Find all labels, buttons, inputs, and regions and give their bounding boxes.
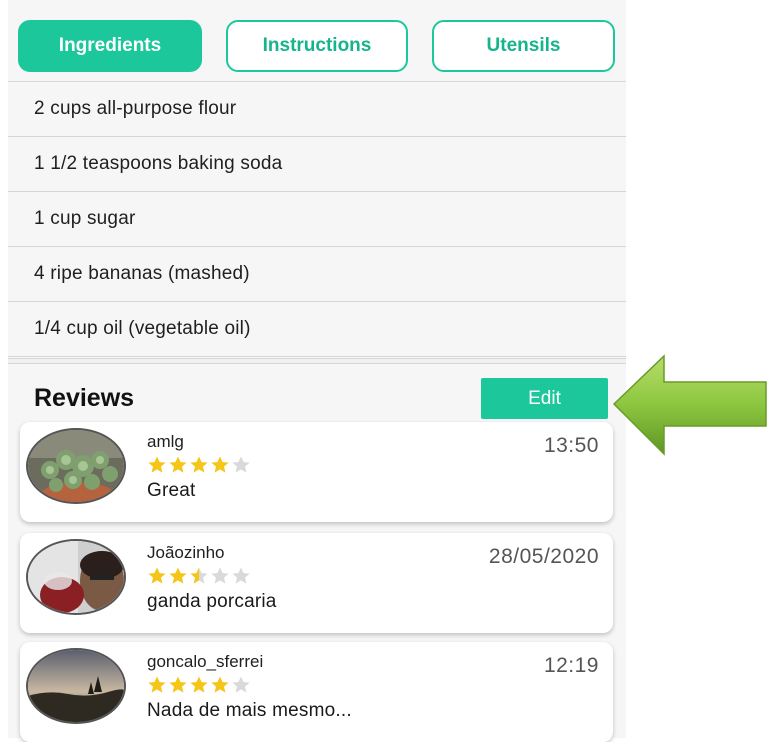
star-filled-icon — [190, 456, 208, 473]
ingredient-item: 4 ripe bananas (mashed) — [8, 247, 626, 302]
star-empty-icon — [211, 567, 229, 584]
avatar — [26, 648, 126, 724]
avatar — [26, 428, 126, 504]
star-filled-icon — [169, 567, 187, 584]
avatar — [26, 539, 126, 615]
review-card: goncalo_sferrei 12:19 Nada de mais mesmo… — [20, 642, 613, 742]
star-filled-icon — [169, 676, 187, 693]
star-empty-icon — [232, 567, 250, 584]
reviews-heading: Reviews — [34, 384, 135, 412]
review-card: Joãozinho 28/05/2020 ganda porcaria — [20, 533, 613, 633]
tab-ingredients[interactable]: Ingredients — [18, 20, 202, 72]
rating-stars — [147, 455, 251, 475]
star-empty-icon — [232, 676, 250, 693]
star-filled-icon — [169, 456, 187, 473]
review-time: 13:50 — [543, 434, 599, 457]
star-filled-icon — [148, 456, 166, 473]
review-username: goncalo_sferrei — [147, 652, 264, 671]
star-filled-icon — [148, 676, 166, 693]
rating-stars — [147, 566, 251, 586]
star-filled-icon — [148, 567, 166, 584]
star-filled-icon — [190, 676, 208, 693]
section-divider — [8, 358, 626, 364]
pointer-arrow-icon — [612, 354, 768, 463]
review-text: ganda porcaria — [147, 591, 277, 612]
rating-stars — [147, 675, 251, 695]
review-text: Nada de mais mesmo... — [147, 700, 352, 721]
ingredient-item: 1/4 cup oil (vegetable oil) — [8, 302, 626, 357]
review-time: 28/05/2020 — [488, 545, 599, 568]
ingredient-item: 1 1/2 teaspoons baking soda — [8, 137, 626, 192]
edit-button[interactable]: Edit — [481, 378, 608, 419]
star-filled-icon — [211, 676, 229, 693]
star-half-icon — [190, 567, 208, 584]
ingredient-item: 1 cup sugar — [8, 192, 626, 247]
review-username: Joãozinho — [147, 543, 225, 562]
review-username: amlg — [147, 432, 184, 451]
review-time: 12:19 — [543, 654, 599, 677]
tab-utensils[interactable]: Utensils — [432, 20, 615, 72]
review-text: Great — [147, 480, 196, 501]
review-card: amlg 13:50 Great — [20, 422, 613, 522]
star-empty-icon — [232, 456, 250, 473]
ingredient-item: 2 cups all-purpose flour — [8, 82, 626, 137]
tab-instructions[interactable]: Instructions — [226, 20, 408, 72]
star-filled-icon — [211, 456, 229, 473]
